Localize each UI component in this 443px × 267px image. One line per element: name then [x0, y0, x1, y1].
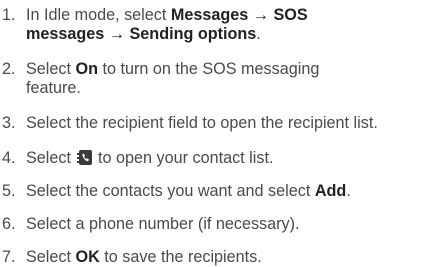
step-number: 1.	[2, 6, 16, 24]
step-3: 3. Select the recipient field to open th…	[0, 114, 443, 133]
step-1-line-2: messages → Sending options.	[26, 25, 443, 44]
step-text: In Idle mode, select	[26, 6, 171, 24]
menu-messages-cont: messages	[26, 25, 105, 43]
step-1-line-1: In Idle mode, select Messages → SOS	[26, 6, 443, 25]
menu-sending-options: Sending options	[129, 25, 257, 43]
step-text: Select the contacts you want and select	[26, 182, 315, 200]
instruction-steps: 1. In Idle mode, select Messages → SOS m…	[0, 0, 443, 267]
step-2-line-2: feature.	[26, 79, 81, 97]
step-text: Select the recipient field to open the r…	[26, 114, 378, 132]
contacts-phonebook-icon	[76, 150, 92, 165]
step-7: 7. Select OK to save the recipients.	[0, 248, 443, 267]
arrow-separator: →	[104, 25, 130, 43]
step-text: to turn on the SOS messaging	[97, 60, 320, 78]
step-text: Select	[26, 248, 76, 266]
step-1: 1. In Idle mode, select Messages → SOS m…	[0, 6, 443, 44]
arrow-separator: →	[248, 6, 274, 24]
step-text: Select	[26, 149, 76, 167]
step-number: 6.	[2, 215, 16, 233]
step-number: 7.	[2, 248, 16, 266]
step-number: 3.	[2, 114, 16, 132]
step-5: 5. Select the contacts you want and sele…	[0, 182, 443, 201]
step-6: 6. Select a phone number (if necessary).	[0, 215, 443, 234]
step-number: 5.	[2, 182, 16, 200]
option-ok: OK	[75, 248, 100, 266]
step-4: 4. Select to open your contact list.	[0, 149, 443, 168]
option-add: Add	[314, 182, 347, 200]
step-text: Select a phone number (if necessary).	[26, 215, 300, 233]
step-2: 2. Select On to turn on the SOS messagin…	[0, 60, 443, 98]
step-text: .	[346, 182, 351, 200]
step-text: Select	[26, 60, 76, 78]
step-2-line-1: Select On to turn on the SOS messaging	[26, 60, 443, 79]
menu-sos: SOS	[273, 6, 308, 24]
menu-messages: Messages	[170, 6, 249, 24]
step-number: 4.	[2, 149, 16, 167]
step-text: .	[256, 25, 261, 43]
step-text: to save the recipients.	[99, 248, 262, 266]
step-number: 2.	[2, 60, 16, 78]
option-on: On	[75, 60, 98, 78]
step-text: to open your contact list.	[93, 149, 274, 167]
